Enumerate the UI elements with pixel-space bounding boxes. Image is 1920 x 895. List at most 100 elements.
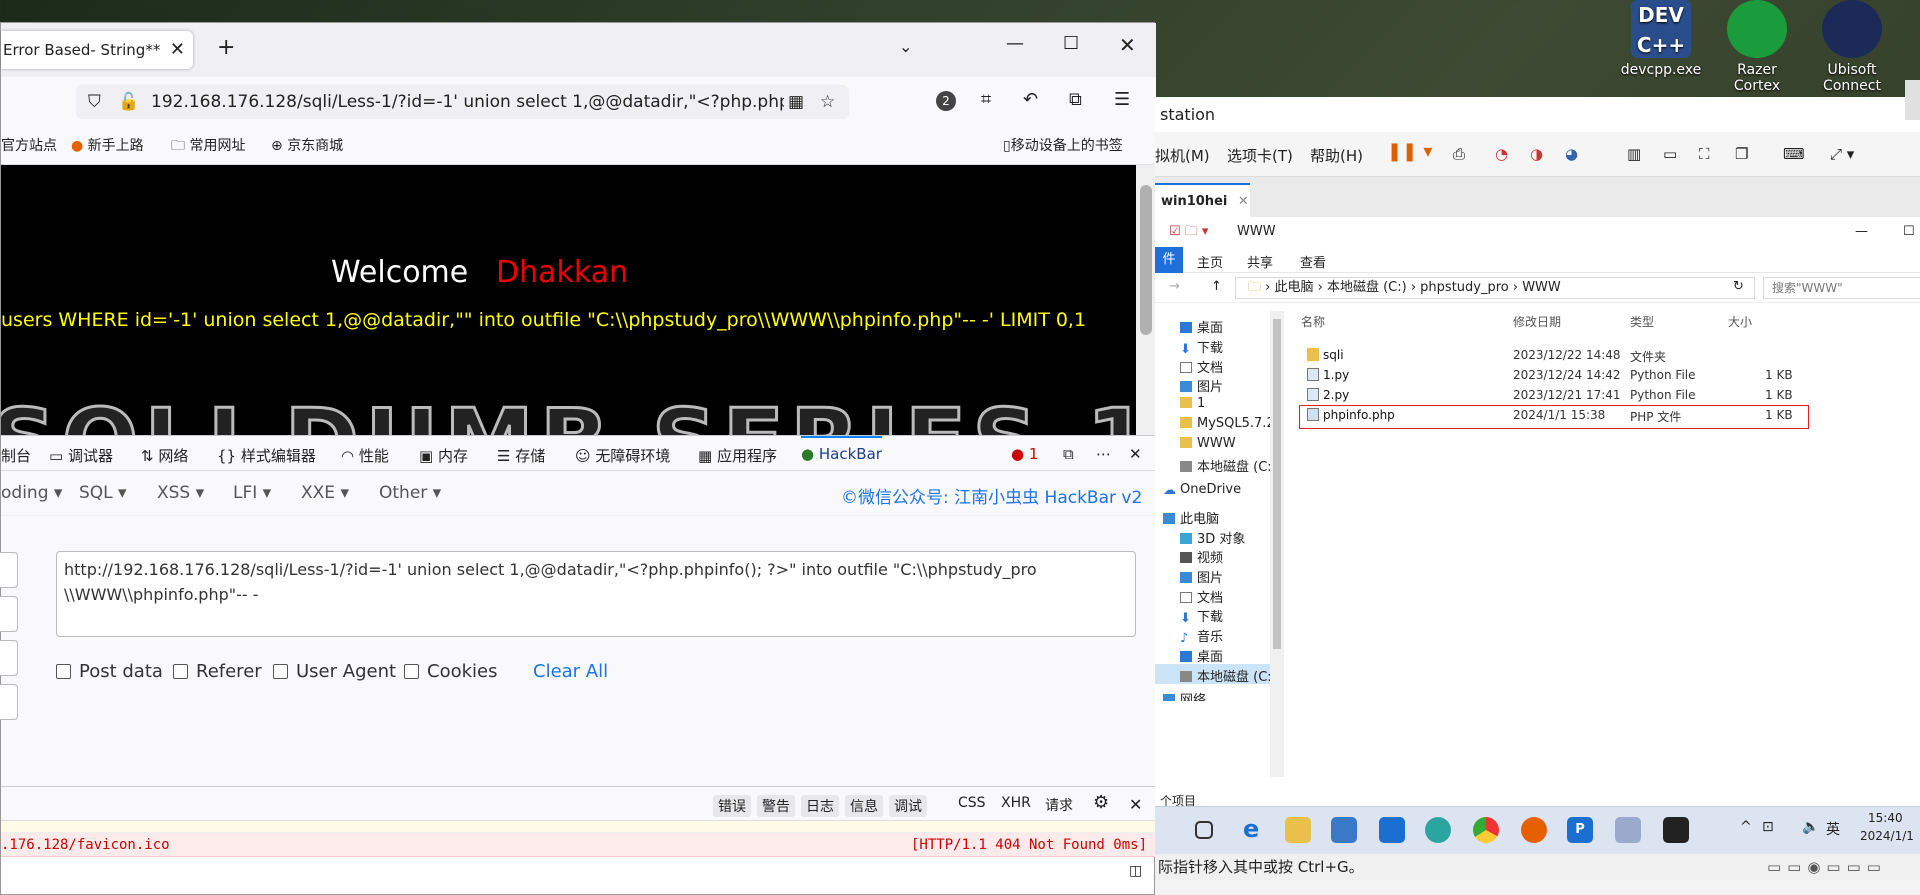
manage-snapshots-icon[interactable]: ◕ bbox=[1565, 145, 1578, 163]
firefox-icon[interactable] bbox=[1521, 817, 1547, 843]
referer-checkbox[interactable]: Referer bbox=[173, 661, 262, 682]
nav-c-drive[interactable]: 本地磁盘 (C:) bbox=[1180, 456, 1277, 475]
bookmark-common-sites[interactable]: 🗀 常用网址 bbox=[171, 135, 245, 159]
filter-errors[interactable]: 错误 bbox=[713, 795, 751, 817]
quick-access-icons[interactable]: ☑ 🗀 ▾ bbox=[1169, 217, 1208, 247]
tab-application[interactable]: ▦ 应用程序 bbox=[698, 445, 777, 466]
crumb-phpstudy[interactable]: phpstudy_pro bbox=[1420, 280, 1509, 295]
checkbox-box[interactable] bbox=[173, 664, 188, 679]
shield-icon[interactable]: ⛉ bbox=[88, 85, 101, 119]
up-icon[interactable]: ↑ bbox=[1211, 279, 1222, 294]
nav-pictures-2[interactable]: 图片 bbox=[1180, 567, 1223, 586]
filter-logs[interactable]: 日志 bbox=[801, 795, 839, 817]
col-type[interactable]: 类型 bbox=[1630, 313, 1654, 330]
ribbon-view-tab[interactable]: 查看 bbox=[1300, 252, 1326, 271]
ribbon-share-tab[interactable]: 共享 bbox=[1247, 252, 1273, 271]
log-url[interactable]: .176.128/favicon.ico bbox=[1, 833, 170, 857]
file-row-1py[interactable]: 1.py 2023/12/24 14:42 Python File 1 KB bbox=[1295, 365, 1920, 385]
terminal-icon[interactable] bbox=[1663, 817, 1689, 843]
menu-tabs[interactable]: 选项卡(T) bbox=[1227, 145, 1293, 166]
edge-icon[interactable] bbox=[1425, 817, 1451, 843]
task-view-icon[interactable] bbox=[1195, 821, 1213, 839]
tab-console[interactable]: 制台 bbox=[1, 445, 31, 466]
close-devtools-icon[interactable]: ✕ bbox=[1129, 445, 1142, 463]
more-icon[interactable]: ⋯ bbox=[1096, 445, 1111, 463]
tab-memory[interactable]: ▣ 内存 bbox=[419, 445, 468, 466]
snapshot-icon[interactable]: ◔ bbox=[1495, 145, 1508, 163]
tab-storage[interactable]: ☰ 存储 bbox=[497, 445, 545, 466]
filter-requests[interactable]: 请求 bbox=[1045, 795, 1073, 815]
screenshot-icon[interactable]: ⌗ bbox=[981, 89, 991, 110]
terminal-icon[interactable]: ⌨ bbox=[1783, 145, 1805, 163]
load-url-button[interactable] bbox=[0, 552, 18, 588]
tab-hackbar[interactable]: ● HackBar bbox=[801, 436, 882, 471]
crumb-this-pc[interactable]: 此电脑 bbox=[1274, 280, 1313, 295]
account-badge[interactable]: 2 bbox=[936, 91, 956, 111]
scroll-thumb[interactable] bbox=[1140, 185, 1152, 335]
new-tab-button[interactable]: + bbox=[217, 35, 235, 60]
bookmark-getting-started[interactable]: ● 新手上路 bbox=[71, 135, 144, 155]
col-name[interactable]: 名称 bbox=[1301, 313, 1325, 330]
search-input[interactable]: 搜索"WWW" bbox=[1763, 277, 1920, 299]
nav-videos[interactable]: 视频 bbox=[1180, 547, 1223, 566]
nav-pictures[interactable]: 图片 bbox=[1180, 376, 1223, 395]
nav-3d-objects[interactable]: 3D 对象 bbox=[1180, 528, 1245, 547]
nav-downloads-2[interactable]: ⬇ 下载 bbox=[1180, 606, 1223, 626]
error-indicator[interactable]: ● 1 bbox=[1011, 445, 1038, 463]
ribbon-file-tab[interactable]: 件 bbox=[1155, 247, 1183, 273]
maximize-icon[interactable]: ☐ bbox=[1063, 33, 1079, 54]
crumb-c-drive[interactable]: 本地磁盘 (C:) bbox=[1327, 280, 1407, 295]
tab-network[interactable]: ⇅ 网络 bbox=[141, 445, 188, 466]
url-bar[interactable]: ⛉ 🔓 192.168.176.128/sqli/Less-1/?id=-1' … bbox=[76, 85, 849, 119]
volume-icon[interactable]: 🔈 bbox=[1802, 819, 1819, 835]
phpstudy-icon[interactable]: P bbox=[1567, 817, 1593, 843]
dock-icon[interactable]: ⧉ bbox=[1063, 445, 1074, 463]
hackbar-url-input[interactable]: http://192.168.176.128/sqli/Less-1/?id=-… bbox=[56, 551, 1136, 637]
bookmark-jd[interactable]: ⊕ 京东商城 bbox=[271, 135, 343, 155]
insecure-lock-icon[interactable]: 🔓 bbox=[118, 85, 139, 119]
back-icon[interactable]: ↶ bbox=[1023, 89, 1038, 110]
checkbox-box[interactable] bbox=[404, 664, 419, 679]
device-icons[interactable]: ▭▭◉▭▭▭ bbox=[1767, 854, 1887, 880]
tab-debugger[interactable]: ▭ 调试器 bbox=[49, 445, 113, 466]
input-language[interactable]: 英 bbox=[1826, 819, 1840, 839]
chrome-icon[interactable] bbox=[1473, 817, 1499, 843]
send-keys-icon[interactable]: ⎙ bbox=[1453, 145, 1465, 163]
stretch-icon[interactable]: ⤢ ▾ bbox=[1830, 145, 1854, 163]
revert-snapshot-icon[interactable]: ◑ bbox=[1530, 145, 1543, 163]
checkbox-box[interactable] bbox=[56, 664, 71, 679]
bookmark-official[interactable]: 官方站点 bbox=[1, 135, 57, 155]
close-vm-tab-icon[interactable]: ✕ bbox=[1238, 194, 1249, 209]
nav-music[interactable]: ♪ 音乐 bbox=[1180, 626, 1223, 646]
tray-chevron-icon[interactable]: ^ bbox=[1740, 819, 1752, 835]
col-size[interactable]: 大小 bbox=[1728, 313, 1752, 330]
close-window-icon[interactable]: ✕ bbox=[1119, 33, 1136, 57]
pause-icon[interactable]: ❚❚ ▾ bbox=[1387, 141, 1432, 162]
close-tab-icon[interactable]: ✕ bbox=[170, 31, 185, 69]
post-data-checkbox[interactable]: Post data bbox=[56, 661, 163, 682]
crumb-www[interactable]: WWW bbox=[1522, 280, 1561, 295]
menu-icon[interactable]: ☰ bbox=[1114, 89, 1130, 110]
extra-button[interactable] bbox=[0, 684, 18, 720]
console-view-icon[interactable]: ▭ bbox=[1663, 145, 1677, 163]
list-tabs-icon[interactable]: ⌄ bbox=[899, 37, 912, 56]
settings-gear-icon[interactable]: ⚙ bbox=[1093, 792, 1109, 813]
filter-warnings[interactable]: 警告 bbox=[757, 795, 795, 817]
mobile-bookmarks[interactable]: ▯移动设备上的书签 bbox=[1003, 135, 1123, 155]
nav-onedrive[interactable]: ☁ OneDrive bbox=[1163, 482, 1241, 498]
desktop-icon-devcpp[interactable]: DEV C++ devcpp.exe bbox=[1616, 0, 1706, 78]
address-bar[interactable]: 🗀 › 此电脑 › 本地磁盘 (C:) › phpstudy_pro › WWW bbox=[1235, 277, 1755, 299]
nav-documents[interactable]: 文档 bbox=[1180, 357, 1223, 376]
unity-icon[interactable]: ❐ bbox=[1735, 145, 1748, 163]
other-menu[interactable]: Other ▾ bbox=[379, 483, 441, 503]
col-date[interactable]: 修改日期 bbox=[1513, 313, 1561, 330]
file-row-sqli[interactable]: sqli 2023/12/22 14:48 文件夹 bbox=[1295, 345, 1920, 365]
library-view-icon[interactable]: ▥ bbox=[1627, 145, 1641, 163]
filter-css[interactable]: CSS bbox=[958, 795, 986, 811]
nav-downloads[interactable]: ⬇ 下载 bbox=[1180, 337, 1223, 357]
nav-scrollbar[interactable] bbox=[1270, 311, 1284, 777]
desktop-icon-ubisoft[interactable]: Ubisoft Connect bbox=[1807, 0, 1897, 94]
mail-icon[interactable] bbox=[1379, 817, 1405, 843]
cookies-checkbox[interactable]: Cookies bbox=[404, 661, 497, 682]
filter-info[interactable]: 信息 bbox=[845, 795, 883, 817]
